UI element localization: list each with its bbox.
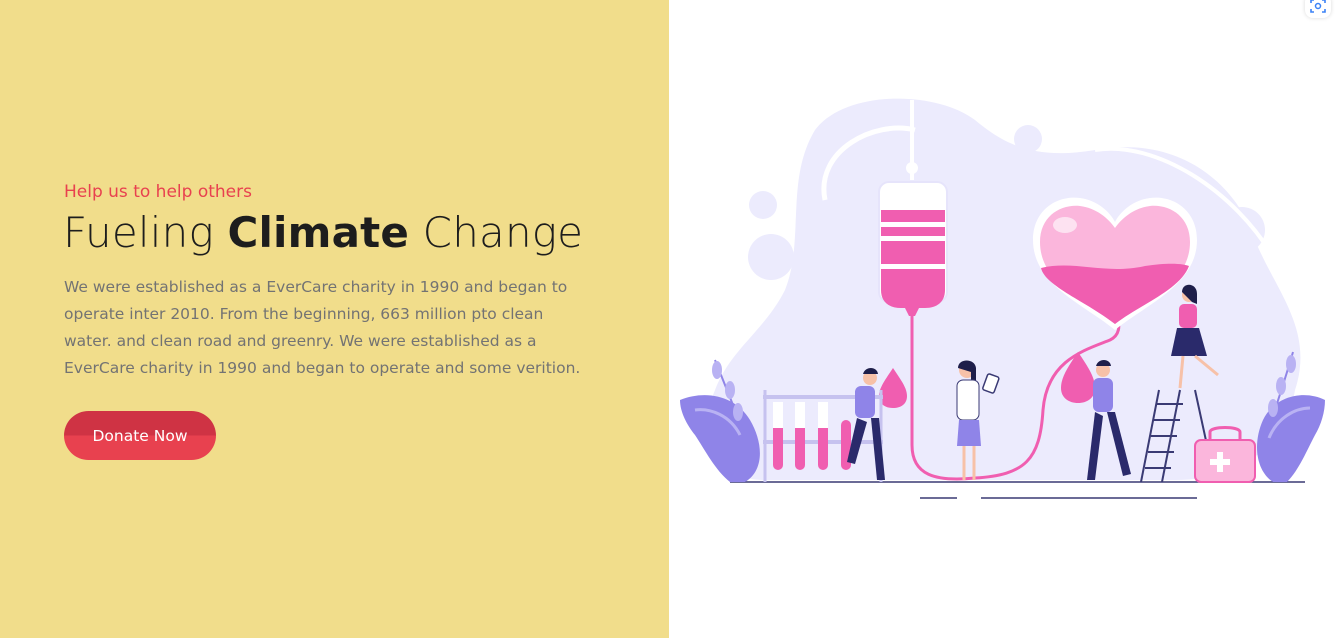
doctor: [956, 379, 980, 421]
bubble: [749, 191, 777, 219]
bubble: [748, 234, 794, 280]
hero-eyebrow: Help us to help others: [64, 182, 252, 202]
hero-description: We were established as a EverCare charit…: [64, 278, 581, 377]
bubble: [1014, 125, 1042, 153]
hero-left-panel: Help us to help others Fueling Climate C…: [0, 0, 669, 638]
person-3: [1093, 378, 1113, 412]
headline-part2: Change: [409, 208, 584, 257]
person-1: [855, 386, 875, 418]
person-4: [1179, 304, 1197, 328]
hero-headline: Fueling Climate Change: [63, 208, 583, 257]
headline-bold: Climate: [227, 208, 410, 257]
blood-donation-illustration: [680, 98, 1325, 499]
scan-icon[interactable]: [1305, 0, 1331, 18]
donate-now-button[interactable]: Donate Now: [64, 411, 216, 460]
headline-part1: Fueling: [63, 208, 228, 257]
